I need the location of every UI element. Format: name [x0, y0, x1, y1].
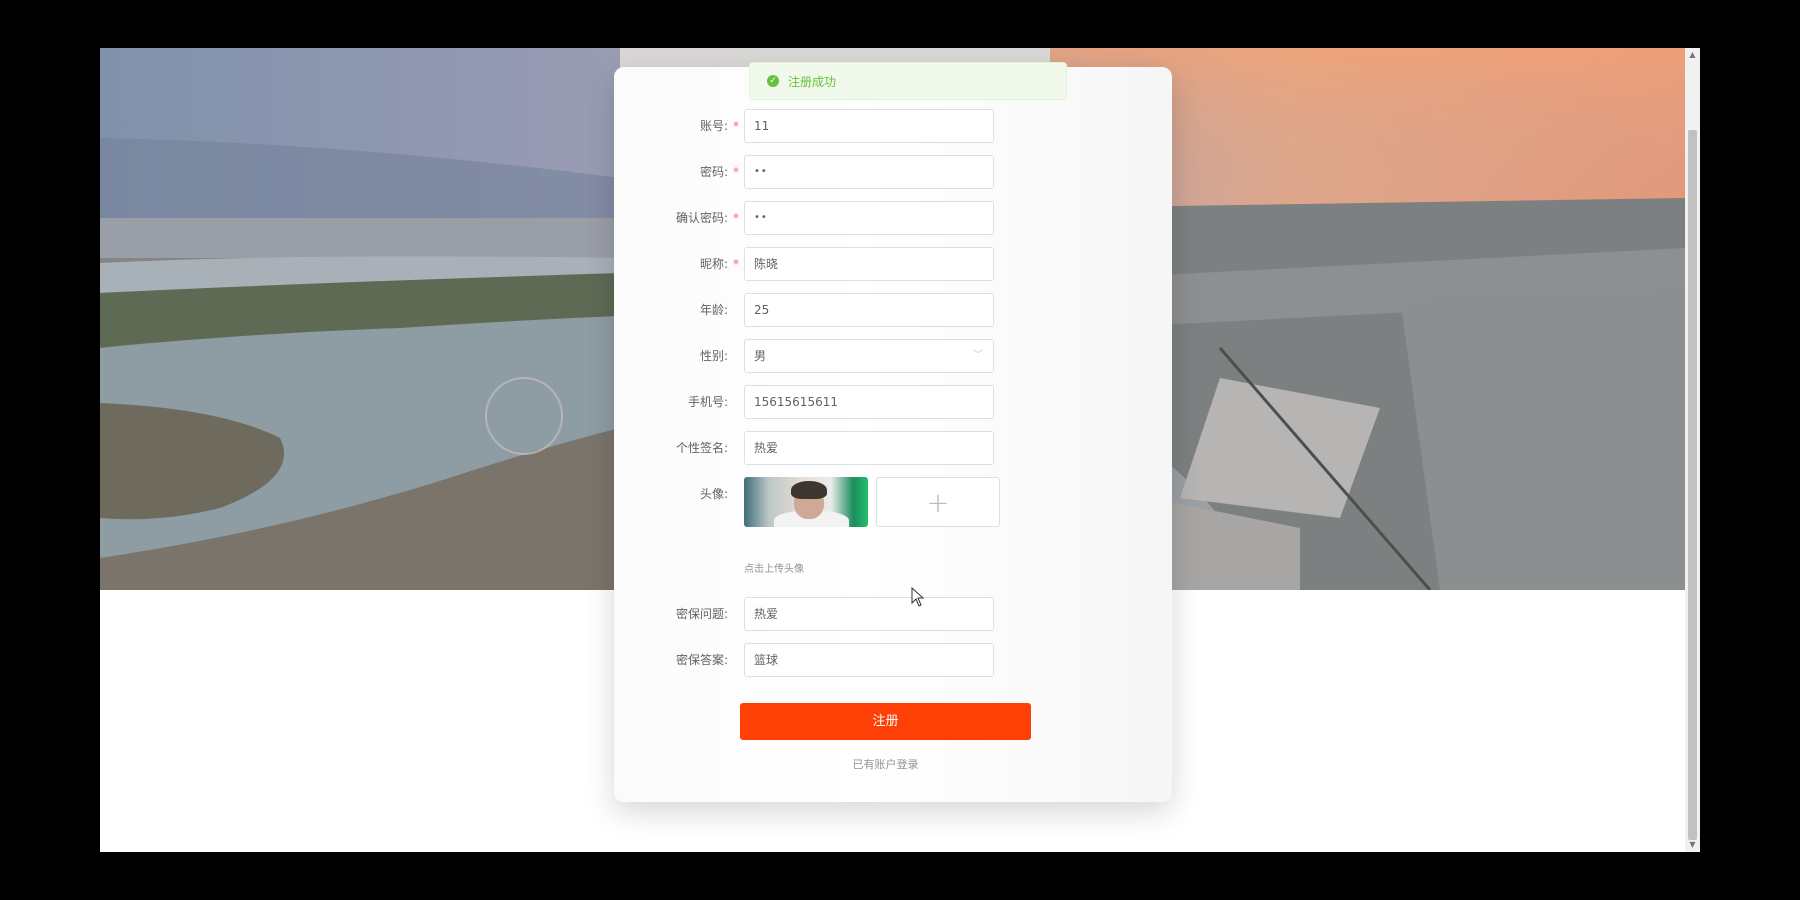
login-link[interactable]: 已有账户登录	[740, 756, 1031, 772]
security-answer-row: 密保答案: 篮球	[614, 643, 1172, 677]
page-scrollbar[interactable]: ▲ ▼	[1685, 48, 1700, 852]
plus-icon[interactable]: +	[876, 477, 1000, 527]
check-circle-icon: ✓	[767, 75, 779, 87]
signature-label: 个性签名:	[675, 441, 728, 455]
confirm-password-input[interactable]: ••	[744, 201, 994, 235]
avatar-preview-image[interactable]	[744, 477, 868, 527]
password-label: 密码:	[699, 165, 728, 179]
register-button[interactable]: 注册	[740, 703, 1031, 740]
avatar-hair	[791, 481, 827, 499]
phone-row: 手机号: 15615615611	[614, 385, 1172, 419]
gender-select[interactable]: 男 ﹀	[744, 339, 994, 373]
avatar-row: 头像: +	[614, 477, 1172, 527]
account-row: 账号: * 11	[614, 109, 1172, 143]
security-question-row: 密保问题: 热爱	[614, 597, 1172, 631]
required-mark: *	[733, 119, 739, 133]
required-mark: *	[733, 165, 739, 179]
chevron-down-icon: ﹀	[973, 350, 983, 361]
phone-input[interactable]: 15615615611	[744, 385, 994, 419]
nickname-input[interactable]: 陈晓	[744, 247, 994, 281]
security-question-input[interactable]: 热爱	[744, 597, 994, 631]
scroll-down-arrow-icon[interactable]: ▼	[1685, 838, 1700, 852]
browser-viewport: ▲ ▼ ✓ 注册成功 账号: * 11 密码: * •• 确认密码: * •• …	[100, 48, 1700, 852]
age-input[interactable]: 25	[744, 293, 994, 327]
mouse-cursor-icon	[911, 587, 925, 607]
account-label: 账号:	[699, 119, 728, 133]
scroll-thumb[interactable]	[1688, 130, 1697, 840]
password-row: 密码: * ••	[614, 155, 1172, 189]
gender-row: 性别: 男 ﹀	[614, 339, 1172, 373]
age-row: 年龄: 25	[614, 293, 1172, 327]
register-form-card: ✓ 注册成功 账号: * 11 密码: * •• 确认密码: * •• 昵称: …	[614, 62, 1172, 802]
avatar-upload-hint: 点击上传头像	[744, 564, 804, 575]
security-answer-input[interactable]: 篮球	[744, 643, 994, 677]
confirm-password-row: 确认密码: * ••	[614, 201, 1172, 235]
success-toast: ✓ 注册成功	[749, 62, 1067, 100]
required-mark: *	[733, 257, 739, 271]
gender-label: 性别:	[699, 349, 728, 363]
security-answer-label: 密保答案:	[675, 653, 728, 667]
phone-label: 手机号:	[687, 395, 728, 409]
scroll-up-arrow-icon[interactable]: ▲	[1685, 48, 1700, 62]
account-input[interactable]: 11	[744, 109, 994, 143]
security-question-label: 密保问题:	[675, 607, 728, 621]
signature-input[interactable]: 热爱	[744, 431, 994, 465]
required-mark: *	[733, 211, 739, 225]
nickname-label: 昵称:	[699, 257, 728, 271]
gender-value: 男	[754, 349, 767, 363]
avatar-label: 头像:	[699, 487, 728, 501]
confirm-password-label: 确认密码:	[675, 211, 728, 225]
toast-message: 注册成功	[788, 74, 837, 89]
age-label: 年龄:	[699, 303, 728, 317]
signature-row: 个性签名: 热爱	[614, 431, 1172, 465]
nickname-row: 昵称: * 陈晓	[614, 247, 1172, 281]
password-input[interactable]: ••	[744, 155, 994, 189]
